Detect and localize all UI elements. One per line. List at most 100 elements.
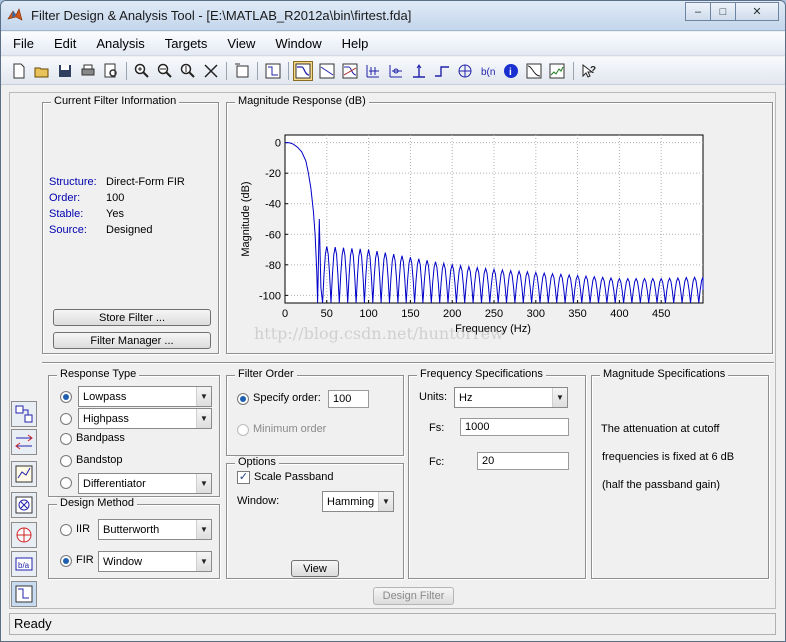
units-select[interactable]: Hz ▼	[454, 387, 568, 408]
stable-value: Yes	[106, 208, 124, 220]
new-icon[interactable]	[9, 61, 29, 81]
menu-file[interactable]: File	[11, 34, 36, 53]
zoom-x-icon[interactable]	[155, 61, 175, 81]
menu-bar: File Edit Analysis Targets View Window H…	[1, 32, 785, 56]
chevron-down-icon: ▼	[196, 520, 211, 539]
divider	[42, 362, 774, 363]
design-filter-button[interactable]: Design Filter	[373, 587, 454, 605]
filter-coefficients-icon[interactable]: b(n)	[478, 61, 498, 81]
fs-input[interactable]: 1000	[460, 418, 569, 436]
order-label: Order:	[49, 192, 81, 204]
structure-label: Structure:	[49, 176, 97, 188]
import-filter-icon[interactable]	[11, 522, 37, 548]
filter-info-icon[interactable]: i	[501, 61, 521, 81]
menu-analysis[interactable]: Analysis	[94, 34, 146, 53]
window-value: Hamming	[327, 496, 375, 508]
svg-text:b/a: b/a	[18, 561, 30, 570]
fir-label: FIR	[76, 554, 94, 566]
menu-view[interactable]: View	[225, 34, 257, 53]
transform-filter-icon[interactable]	[11, 401, 37, 427]
scale-passband-label: Scale Passband	[254, 471, 334, 483]
print-preview-icon[interactable]	[101, 61, 121, 81]
highpass-select[interactable]: Highpass ▼	[78, 408, 212, 429]
close-button[interactable]: ✕	[735, 2, 779, 21]
specify-order-radio[interactable]	[237, 393, 249, 405]
chevron-down-icon: ▼	[196, 409, 211, 428]
filter-manager-button[interactable]: Filter Manager ...	[53, 332, 211, 349]
window-select[interactable]: Hamming ▼	[322, 491, 394, 512]
fir-radio[interactable]	[60, 555, 72, 567]
menu-targets[interactable]: Targets	[163, 34, 210, 53]
lowpass-value: Lowpass	[83, 391, 127, 403]
new-window-icon[interactable]	[232, 61, 252, 81]
status-bar: Ready	[9, 613, 776, 635]
step-response-icon[interactable]	[432, 61, 452, 81]
menu-edit[interactable]: Edit	[52, 34, 78, 53]
current-filter-title: Current Filter Information	[51, 95, 180, 107]
iir-radio[interactable]	[60, 524, 72, 536]
open-icon[interactable]	[32, 61, 52, 81]
order-input[interactable]: 100	[328, 390, 369, 408]
design-method-title: Design Method	[57, 497, 137, 509]
filter-specs-icon[interactable]	[263, 61, 283, 81]
iir-method-value: Butterworth	[103, 524, 160, 536]
magnitude-specs-title: Magnitude Specifications	[600, 368, 729, 380]
fc-input[interactable]: 20	[477, 452, 569, 470]
magnitude-response-icon[interactable]	[293, 61, 313, 81]
group-delay-icon[interactable]	[363, 61, 383, 81]
view-window-button[interactable]: View	[291, 560, 339, 577]
round-off-noise-icon[interactable]	[547, 61, 567, 81]
magnitude-estimate-icon[interactable]	[524, 61, 544, 81]
realize-model-icon[interactable]	[11, 461, 37, 487]
minimum-order-radio[interactable]	[237, 424, 249, 436]
attenuation-text-3: (half the passband gain)	[602, 479, 721, 491]
differentiator-select[interactable]: Differentiator ▼	[78, 473, 212, 494]
attenuation-text-2: frequencies is fixed at 6 dB	[602, 451, 735, 463]
fir-method-select[interactable]: Window ▼	[98, 551, 212, 572]
whats-this-icon[interactable]: ?	[579, 61, 599, 81]
design-filter-icon[interactable]	[11, 581, 37, 607]
menu-window[interactable]: Window	[273, 34, 323, 53]
bandpass-radio[interactable]	[60, 433, 72, 445]
pole-zero-icon[interactable]	[455, 61, 475, 81]
lowpass-select[interactable]: Lowpass ▼	[78, 386, 212, 407]
export-filter-icon[interactable]: b/a	[11, 551, 37, 577]
impulse-response-icon[interactable]	[409, 61, 429, 81]
iir-method-select[interactable]: Butterworth ▼	[98, 519, 212, 540]
structure-value: Direct-Form FIR	[106, 176, 185, 188]
chevron-down-icon: ▼	[196, 387, 211, 406]
full-view-icon[interactable]	[201, 61, 221, 81]
zoom-in-icon[interactable]	[132, 61, 152, 81]
chevron-down-icon: ▼	[552, 388, 567, 407]
minimize-button[interactable]: –	[685, 2, 711, 21]
lowpass-radio[interactable]	[60, 391, 72, 403]
design-method-panel: Design Method IIR Butterworth ▼ FIR Windo…	[48, 497, 220, 579]
save-icon[interactable]	[55, 61, 75, 81]
filter-order-title: Filter Order	[235, 368, 297, 380]
print-icon[interactable]	[78, 61, 98, 81]
bandstop-radio[interactable]	[60, 455, 72, 467]
differentiator-radio[interactable]	[60, 477, 72, 489]
phase-response-icon[interactable]	[317, 61, 337, 81]
magnitude-phase-icon[interactable]	[340, 61, 360, 81]
window-title: Filter Design & Analysis Tool - [E:\MATL…	[31, 8, 412, 23]
menu-help[interactable]: Help	[340, 34, 371, 53]
maximize-button[interactable]: □	[710, 2, 736, 21]
frequency-specs-title: Frequency Specifications	[417, 368, 546, 380]
watermark: http://blog.csdn.net/huntorrew	[254, 324, 504, 343]
filter-order-panel: Filter Order Specify order: 100 Minimum …	[226, 368, 404, 456]
chevron-down-icon: ▼	[378, 492, 393, 511]
phase-delay-icon[interactable]	[386, 61, 406, 81]
options-title: Options	[235, 456, 279, 468]
units-label: Units:	[419, 391, 448, 403]
svg-text:i: i	[509, 67, 512, 78]
zoom-y-icon[interactable]	[178, 61, 198, 81]
create-multirate-icon[interactable]	[11, 429, 37, 455]
svg-text:b(n): b(n)	[481, 67, 496, 78]
units-value: Hz	[459, 392, 473, 404]
pole-zero-editor-icon[interactable]	[11, 492, 37, 518]
store-filter-button[interactable]: Store Filter ...	[53, 309, 211, 326]
status-text: Ready	[14, 616, 52, 631]
scale-passband-checkbox[interactable]: ✓	[237, 471, 250, 484]
highpass-radio[interactable]	[60, 413, 72, 425]
